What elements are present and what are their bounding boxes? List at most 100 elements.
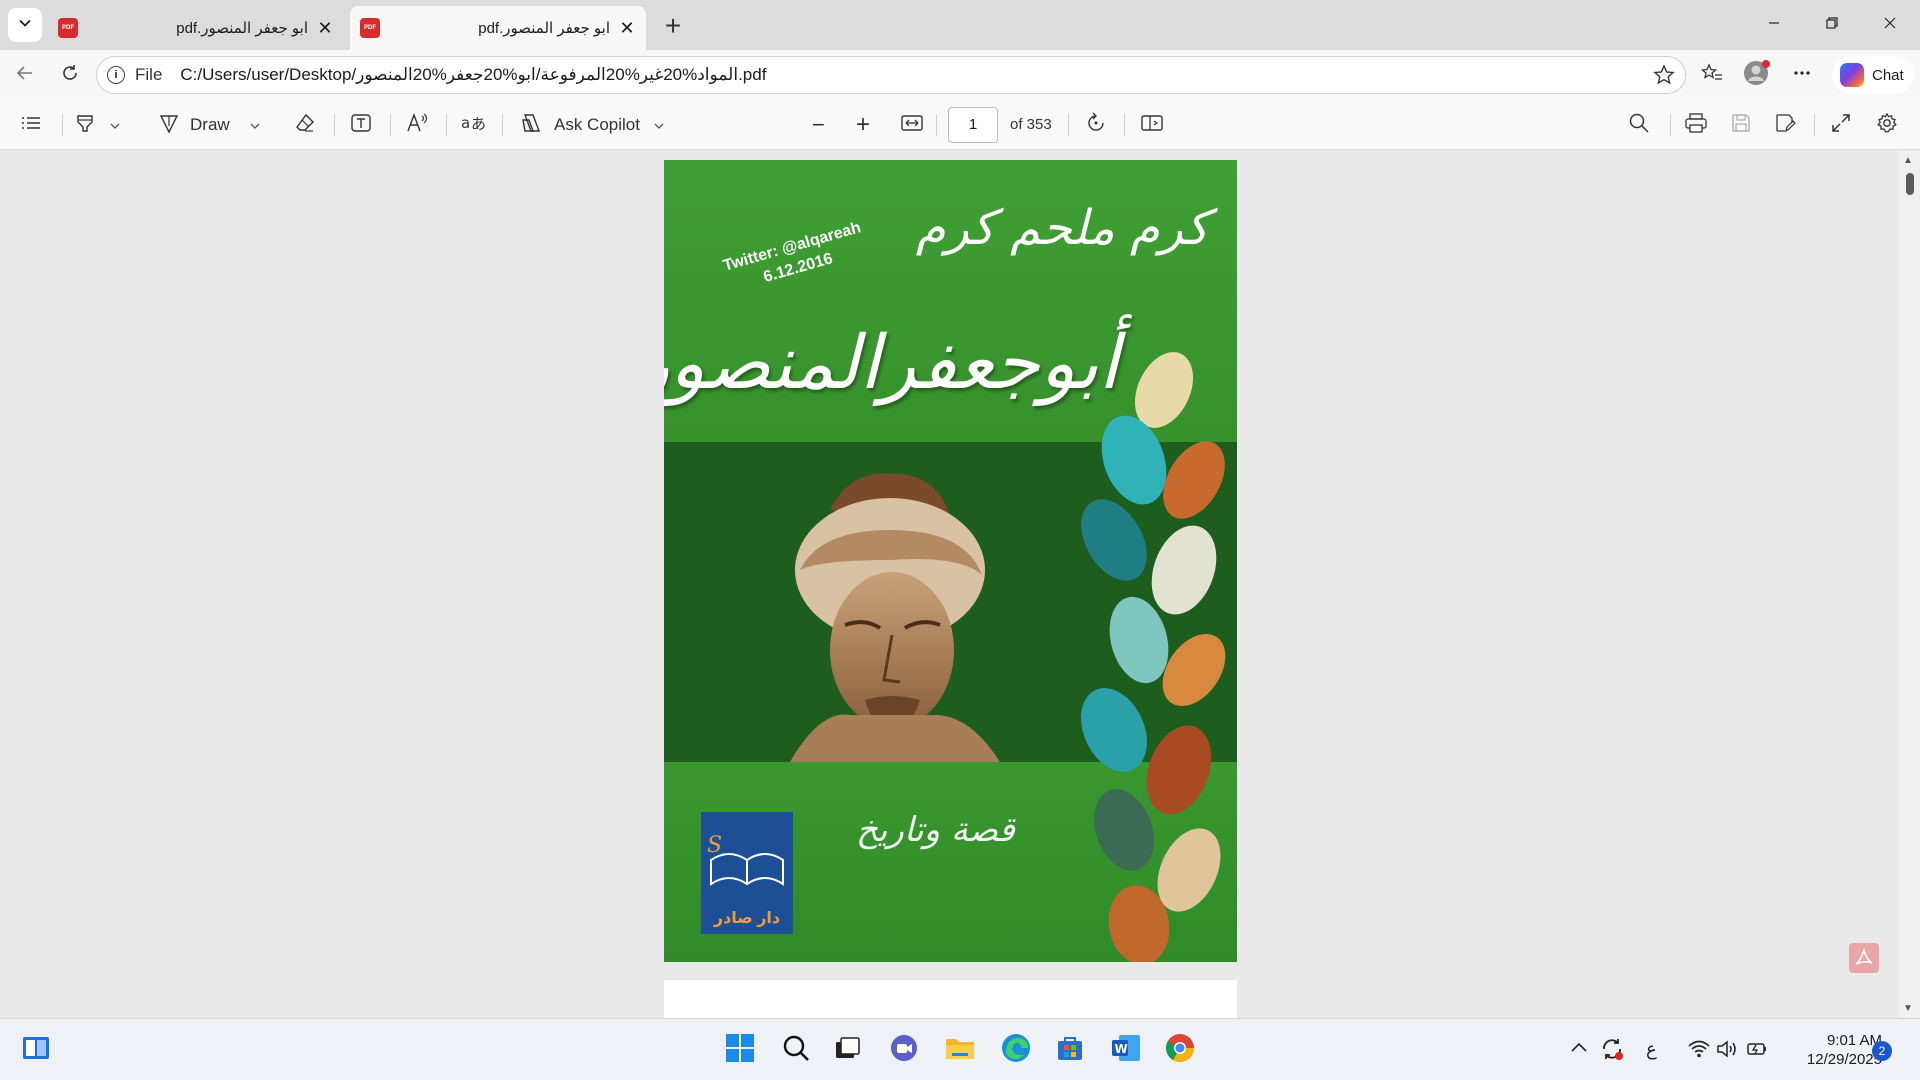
address-bar[interactable]: i File C:/Users/user/Desktop/المواد%20غي… [96,56,1686,94]
draw-button[interactable]: Draw [158,112,260,138]
tab-title: ابو جعفر المنصور.pdf [478,20,610,37]
restore-button[interactable] [1812,8,1852,40]
settings-button[interactable] [1876,112,1898,138]
scroll-up-arrow-icon[interactable]: ▲ [1903,155,1913,166]
speaker-icon [1717,1040,1736,1058]
contents-button[interactable] [20,112,42,138]
minimize-button[interactable] [1754,8,1794,40]
more-options-button[interactable] [1786,60,1818,92]
erase-button[interactable] [294,112,316,138]
pdf-icon: PDF [360,18,380,38]
save-as-button[interactable] [1774,112,1796,138]
toolbar-divider [1124,114,1125,136]
tab-pdf-2[interactable]: PDF ابو جعفر المنصور.pdf ✕ [350,6,646,50]
full-screen-button[interactable] [1830,112,1852,138]
battery-icon [1747,1043,1766,1055]
search-icon [1628,112,1650,139]
toolbar-divider [502,114,503,136]
ask-copilot-button[interactable]: Ask Copilot [520,112,664,138]
scrollbar-thumb[interactable] [1906,173,1914,195]
word-icon: W [1110,1033,1142,1068]
network-button[interactable] [1688,1039,1710,1064]
refresh-button[interactable] [54,60,86,92]
read-aloud-icon [406,112,430,139]
pen-icon [158,112,180,139]
page-number-input[interactable]: 1 [948,107,998,143]
find-button[interactable] [1628,112,1650,138]
profile-button[interactable] [1740,60,1772,92]
system-clock[interactable]: 9:01 AM 12/29/2025 [1786,1031,1882,1069]
favorites-button[interactable] [1696,60,1728,92]
rotate-button[interactable] [1084,112,1108,138]
file-explorer-button[interactable] [944,1034,976,1066]
store-button[interactable] [1054,1034,1086,1066]
cover-portrait-illustration [790,473,1000,762]
ask-copilot-label: Ask Copilot [554,115,640,134]
favorites-list-icon [1700,62,1723,90]
volume-button[interactable] [1716,1039,1738,1064]
copilot-chat-button[interactable]: Chat [1832,56,1914,94]
star-icon[interactable] [1653,64,1675,92]
svg-text:あ: あ [471,115,486,133]
arrow-left-icon [15,63,35,89]
chevron-down-icon[interactable] [250,115,260,136]
back-button[interactable] [9,60,41,92]
chrome-icon [1164,1032,1196,1069]
acrobat-icon[interactable] [1849,943,1879,973]
chevron-up-icon [1571,1042,1587,1052]
ellipsis-icon [1792,63,1812,89]
edge-icon [1000,1032,1032,1069]
close-icon[interactable]: ✕ [618,19,636,37]
restore-icon [1825,14,1839,35]
gear-icon [1876,112,1898,139]
translate-button[interactable]: aあ [460,112,486,138]
address-row: i File C:/Users/user/Desktop/المواد%20غي… [0,50,1920,100]
save-button[interactable] [1730,112,1752,138]
word-button[interactable]: W [1110,1034,1142,1066]
zoom-in-button[interactable]: + [856,111,870,138]
input-language-indicator[interactable]: ع [1646,1039,1657,1060]
toolbar-divider [1068,114,1069,136]
url-text[interactable]: C:/Users/user/Desktop/المواد%20غير%20الم… [180,65,766,85]
battery-button[interactable] [1746,1039,1768,1064]
edge-browser-button[interactable] [1000,1032,1032,1069]
show-hidden-icons-button[interactable] [1570,1039,1588,1062]
window-close-button[interactable] [1870,8,1910,40]
toolbar-divider [1814,114,1815,136]
sync-status-button[interactable] [1600,1037,1624,1066]
print-button[interactable] [1684,112,1708,138]
fit-width-button[interactable] [900,112,924,138]
zoom-out-button[interactable]: − [812,112,825,138]
search-taskbar-button[interactable] [780,1034,812,1066]
publisher-name: دار صادر [713,910,781,927]
chrome-button[interactable] [1164,1032,1196,1069]
add-text-button[interactable] [350,112,372,138]
tab-strip: PDF ابو جعفر المنصور.pdf ✕ PDF ابو جعفر … [0,0,1920,50]
close-icon[interactable]: ✕ [316,19,334,37]
widgets-button[interactable] [20,1034,52,1066]
text-box-icon [350,112,372,139]
notification-badge[interactable]: 2 [1872,1041,1892,1061]
tab-actions-menu-button[interactable] [8,8,42,42]
book-icon: S [707,833,784,886]
tab-pdf-1[interactable]: PDF ابو جعفر المنصور.pdf ✕ [48,6,344,50]
toolbar-divider [936,114,937,136]
cover-author: كرم ملحم كرم [915,200,1209,256]
scroll-down-arrow-icon[interactable]: ▼ [1903,1003,1913,1014]
vertical-scrollbar[interactable]: ▲ ▼ [1898,151,1920,1018]
save-icon [1730,112,1752,139]
task-view-button[interactable] [832,1034,864,1066]
info-icon[interactable]: i [107,66,125,84]
chevron-down-icon[interactable] [654,115,664,136]
highlight-button[interactable] [74,112,120,138]
windows-logo-icon [725,1033,755,1068]
toolbar-divider [334,114,335,136]
chevron-down-icon[interactable] [110,115,120,136]
refresh-icon [60,63,80,89]
new-tab-button[interactable]: + [658,12,688,42]
teams-meet-button[interactable] [888,1034,920,1066]
start-button[interactable] [724,1033,756,1068]
read-aloud-button[interactable] [406,112,430,138]
eraser-icon [294,112,316,139]
page-view-button[interactable] [1140,112,1164,138]
